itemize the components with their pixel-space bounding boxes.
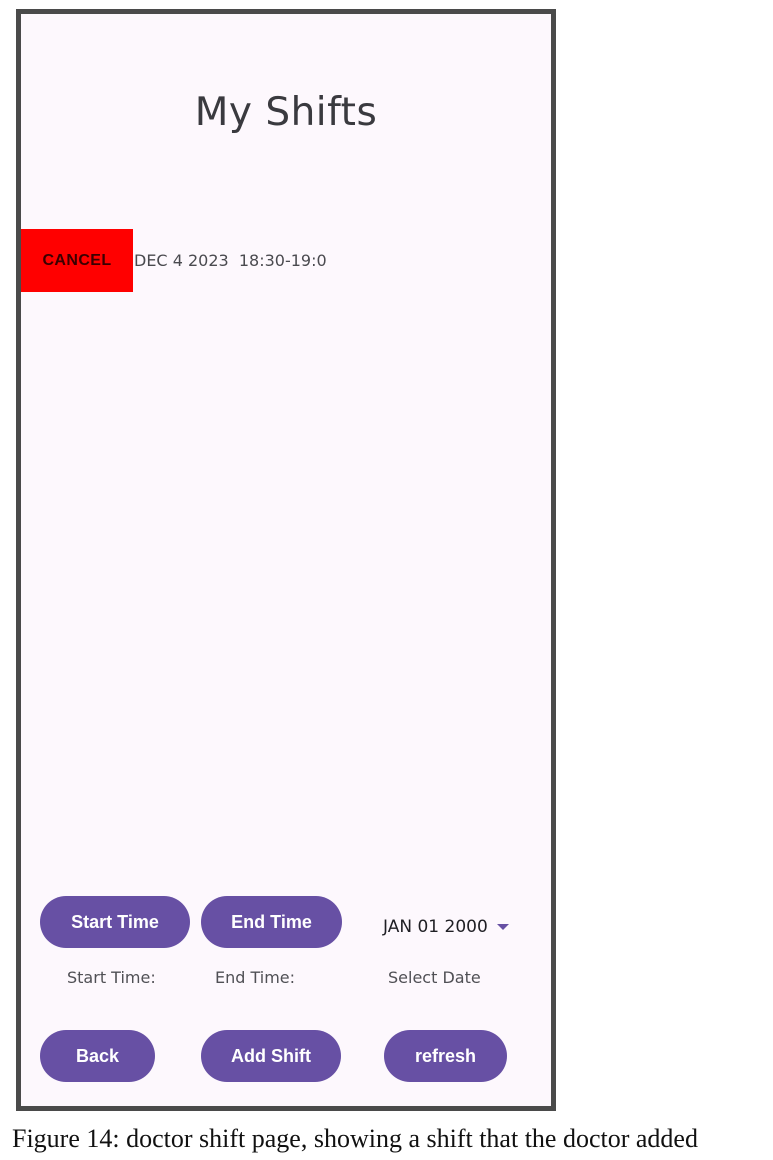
end-time-button[interactable]: End Time <box>201 896 342 948</box>
cancel-shift-button[interactable]: CANCEL <box>21 229 133 292</box>
figure-caption: Figure 14: doctor shift page, showing a … <box>12 1124 698 1153</box>
page-title: My Shifts <box>194 90 378 135</box>
phone-screen: My Shifts CANCEL DEC 4 2023 18:30-19:0 S… <box>16 9 556 1111</box>
select-date-label: Select Date <box>388 968 481 987</box>
date-select-value: JAN 01 2000 <box>383 917 488 937</box>
dropdown-arrow-icon <box>496 924 509 930</box>
start-time-label: Start Time: <box>67 968 156 987</box>
back-button[interactable]: Back <box>40 1030 155 1082</box>
start-time-button[interactable]: Start Time <box>40 896 190 948</box>
refresh-button[interactable]: refresh <box>384 1030 507 1082</box>
end-time-label: End Time: <box>215 968 296 987</box>
date-select-dropdown[interactable]: JAN 01 2000 <box>383 914 509 940</box>
shift-datetime-text: DEC 4 2023 18:30-19:0 <box>134 251 327 270</box>
add-shift-button[interactable]: Add Shift <box>201 1030 341 1082</box>
shift-list-item: CANCEL DEC 4 2023 18:30-19:0 <box>21 229 327 292</box>
